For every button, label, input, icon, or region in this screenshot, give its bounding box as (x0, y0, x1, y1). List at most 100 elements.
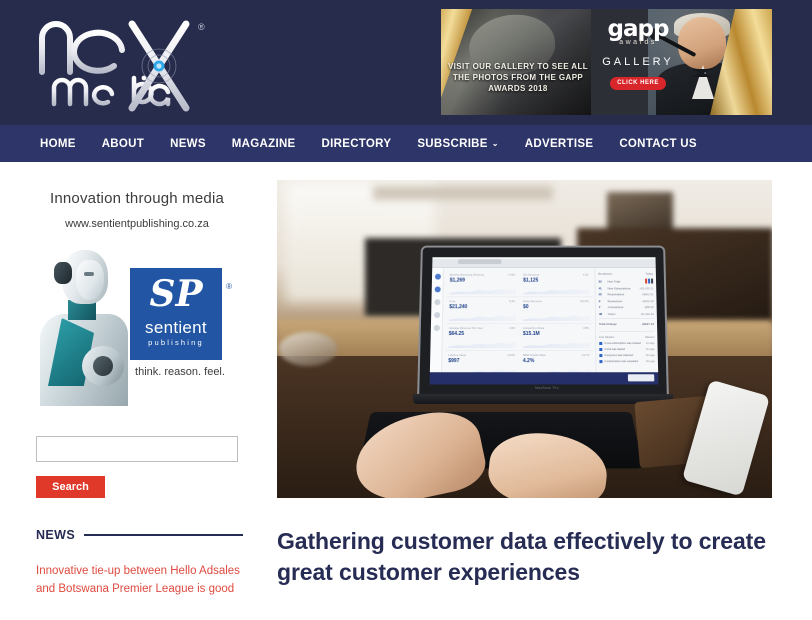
nav-item-home[interactable]: HOME (40, 138, 76, 150)
bullet-icon (599, 341, 603, 345)
gapp-gallery-banner-ad[interactable]: VISIT OUR GALLERY TO SEE ALL THE PHOTOS … (441, 9, 772, 115)
metric-label: Annual Run Rate (522, 326, 545, 330)
row-count: 7 (598, 305, 601, 310)
activity-row: A payment was collected 6m ago (599, 354, 655, 358)
laptop-brand-label: MacBook Pro (535, 386, 559, 390)
nav-item-subscribe[interactable]: SUBSCRIBE ⌄ (417, 138, 498, 150)
metric-delta: 100.0% (580, 300, 589, 304)
nexmedia-logo-graphic: ® (39, 20, 205, 112)
metric-value: $15.1M (522, 330, 540, 337)
divider (84, 534, 243, 536)
activity-text: A new subscription was created (604, 341, 641, 345)
breakdown-row: 41 New Subscriptions +$1,420.11 (599, 286, 654, 290)
activity-text: A payment was collected (604, 354, 634, 358)
metric-card: Other Revenue $0 100.0% (519, 298, 594, 324)
news-widget: NEWS Innovative tie-up between Hello Ads… (36, 528, 243, 598)
svg-text:®: ® (198, 22, 205, 32)
breakdown-row: 48 Churn -$1,001.64 (599, 312, 654, 316)
activity-header: Live Stream Recent (599, 335, 654, 339)
ad-brand-logo: gapp (607, 16, 670, 42)
active-dot-icon (434, 286, 441, 293)
news-widget-header: NEWS (36, 528, 243, 542)
activity-time: 6m ago (646, 354, 655, 358)
ad-click-here-button[interactable]: CLICK HERE (610, 77, 666, 90)
breakdown-total: Total Change +$197.12 (598, 318, 655, 326)
ad-website-url: www.sentientpublishing.co.za (65, 218, 209, 230)
metric-delta: 23.7% (581, 354, 590, 358)
metric-card: Fees $21,240 8.4% (445, 298, 520, 324)
row-label: Reactivations (607, 292, 625, 297)
nav-item-about[interactable]: ABOUT (102, 138, 144, 150)
news-list-item[interactable]: Innovative tie-up between Hello Adsales … (36, 562, 243, 598)
breakdown-header: Breakdown Today (598, 272, 653, 276)
metric-card: Monthly Recurring Revenue $1,269 7.04% (446, 271, 520, 298)
sparkline-chart (523, 341, 590, 348)
robot-illustration (38, 248, 130, 406)
dashboard-breakdown-panel: Breakdown Today 33 New Trials 41 New Sub… (594, 267, 659, 385)
ad-section-label: GALLERY (602, 56, 674, 68)
sentient-publishing-ad[interactable]: Innovation through media www.sentientpub… (36, 180, 238, 412)
sparkline-chart (450, 287, 517, 294)
metric-label: Fees (449, 300, 456, 304)
article-hero-image[interactable]: Monthly Recurring Revenue $1,269 7.04% N… (277, 180, 772, 498)
sparkline-chart (523, 314, 590, 321)
ad-brand-sublabel: awards (619, 39, 657, 46)
row-count: 9 (598, 298, 601, 303)
row-value: +$602.51 (641, 292, 654, 297)
metric-delta: 7.04% (507, 273, 516, 277)
nav-item-contact-us[interactable]: CONTACT US (619, 138, 697, 150)
row-label: New Trials (607, 279, 621, 284)
breakdown-row: 9 Expansions +$420.40 (599, 299, 654, 303)
row-label: Churn (607, 311, 616, 316)
dashboard-footer-bar (429, 372, 659, 385)
ad-center-panel: gapp awards GALLERY CLICK HERE (591, 9, 685, 115)
row-value: +$420.40 (641, 298, 654, 303)
metric-card: Annual Run Rate $15.1M 3.8% (519, 324, 594, 352)
nav-label: ADVERTISE (524, 137, 594, 150)
nav-item-directory[interactable]: DIRECTORY (322, 138, 392, 150)
metric-value: $0 (523, 304, 529, 311)
metric-value: $1,269 (449, 277, 466, 284)
activity-time: 9m ago (646, 360, 655, 364)
nav-item-advertise[interactable]: ADVERTISE (525, 138, 594, 150)
main-navigation: HOME ABOUT NEWS MAGAZINE DIRECTORY SUBSC… (0, 125, 812, 162)
site-logo[interactable]: ® (34, 12, 214, 114)
sparkline-chart (449, 341, 516, 348)
nav-label: HOME (40, 137, 76, 150)
ad-person-face (678, 17, 726, 69)
metric-value: $997 (448, 358, 460, 365)
breakdown-title: Breakdown (598, 271, 613, 276)
laptop: Monthly Recurring Revenue $1,269 7.04% N… (413, 244, 673, 408)
metric-card: Average Revenue Per User $64.25 1.6% (445, 324, 519, 352)
registered-trademark-icon: ® (226, 282, 232, 291)
bullet-icon (599, 347, 603, 352)
metric-card: Net Revenue $1,125 4.1% (520, 271, 593, 298)
activity-stream: Live Stream Recent A new subscription wa… (599, 330, 655, 364)
metric-delta: 1.6% (509, 326, 515, 330)
sparkline-chart (449, 314, 516, 321)
article-headline[interactable]: Gathering customer data effectively to c… (277, 526, 772, 588)
row-label: Expansions (607, 298, 623, 303)
logo-dot-icon (434, 273, 441, 280)
nav-item-magazine[interactable]: MAGAZINE (232, 138, 296, 150)
sentient-publishing-logo[interactable]: SP sentient publishing ® (130, 268, 232, 360)
logo-subtitle: publishing (148, 338, 204, 347)
search-button[interactable]: Search (36, 476, 105, 498)
laptop-lid: Monthly Recurring Revenue $1,269 7.04% N… (417, 245, 669, 401)
nav-label: DIRECTORY (321, 137, 392, 150)
nav-label: SUBSCRIBE (417, 137, 488, 150)
row-value: +$1,420.11 (639, 285, 654, 290)
dim-dot-icon (433, 312, 440, 319)
activity-title: Live Stream (599, 334, 615, 339)
nav-label: CONTACT US (619, 137, 697, 150)
nav-label: ABOUT (101, 137, 145, 150)
laptop-hinge (413, 394, 673, 404)
metric-label: MRR Growth Rate (522, 354, 546, 358)
page-content: Innovation through media www.sentientpub… (0, 162, 812, 620)
chevron-down-icon: ⌄ (491, 138, 499, 148)
row-label: Contractions (607, 305, 624, 310)
nav-item-news[interactable]: NEWS (170, 138, 206, 150)
site-header: ® VISIT OUR GALLERY TO SEE ALL THE PHOTO… (0, 0, 812, 125)
search-input[interactable] (36, 436, 238, 462)
dashboard-body: Monthly Recurring Revenue $1,269 7.04% N… (429, 267, 659, 385)
